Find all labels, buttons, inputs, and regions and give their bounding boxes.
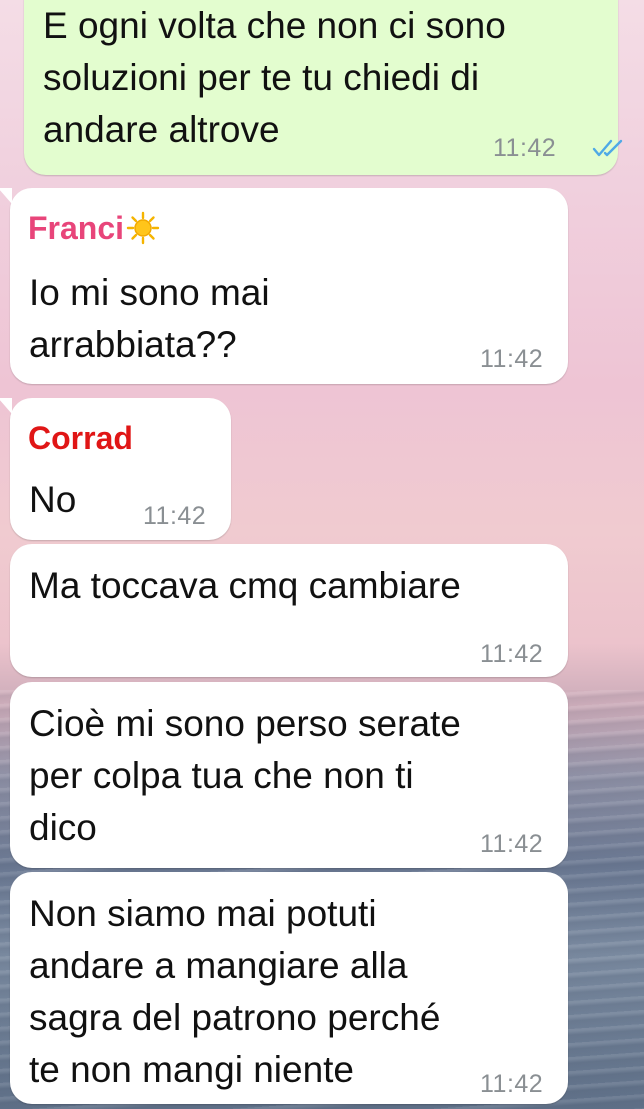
double-check-read-icon [592, 139, 623, 157]
message-bubble-incoming[interactable]: Cioè mi sono perso serate per colpa tua … [10, 682, 568, 868]
message-text: Cioè mi sono perso serate per colpa tua … [29, 703, 461, 848]
sender-name: Corrad [28, 420, 133, 457]
message-bubble-incoming[interactable]: Non siamo mai potuti andare a mangiare a… [10, 872, 568, 1104]
message-text: Non siamo mai potuti andare a mangiare a… [29, 893, 441, 1090]
message-text: No [29, 479, 77, 520]
message-time: 11:42 [480, 1070, 544, 1098]
sender-name: Franci [28, 210, 160, 248]
sender-name-label: Franci [28, 210, 125, 246]
message-bubble-incoming[interactable]: Franci Io mi sono mai arrabbiata?? 11:42 [0, 188, 568, 384]
message-time: 11:42 [493, 134, 557, 162]
message-text: Ma toccava cmq cambiare [29, 565, 461, 606]
message-text: Io mi sono mai arrabbiata?? [29, 272, 270, 365]
message-bubble-incoming[interactable]: Corrad No 11:42 [0, 398, 231, 540]
sender-name-label: Corrad [28, 420, 133, 456]
message-bubble-incoming[interactable]: Ma toccava cmq cambiare 11:42 [10, 544, 568, 677]
message-time: 11:42 [143, 502, 207, 530]
message-text: E ogni volta che non ci sono soluzioni p… [43, 5, 506, 150]
message-time: 11:42 [480, 830, 544, 858]
sun-icon [126, 211, 160, 244]
message-time: 11:42 [480, 640, 544, 668]
message-time: 11:42 [480, 345, 544, 373]
message-bubble-outgoing[interactable]: E ogni volta che non ci sono soluzioni p… [24, 0, 623, 175]
